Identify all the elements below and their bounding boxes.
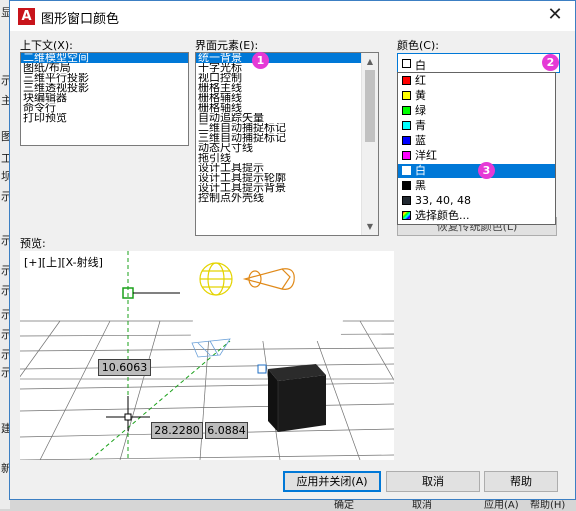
color-option[interactable]: 白: [398, 164, 555, 178]
color-option[interactable]: 蓝: [398, 134, 555, 148]
color-option[interactable]: 绿: [398, 104, 555, 118]
color-option-label: 绿: [415, 104, 426, 117]
color-option-label: 白: [415, 164, 426, 177]
title-bar[interactable]: A 图形窗口颜色 ✕: [10, 1, 575, 31]
help-button[interactable]: 帮助: [484, 471, 558, 492]
interface-elements-label: 界面元素(E):: [195, 39, 259, 52]
annotation-badge-2: 2: [542, 54, 559, 71]
dimension-input-2: 28.2280: [151, 422, 203, 439]
context-item[interactable]: 二维模型空间: [21, 53, 188, 63]
color-swatch: [402, 151, 411, 160]
scroll-down-arrow-icon[interactable]: ▼: [362, 218, 378, 235]
context-item[interactable]: 块编辑器: [21, 93, 188, 103]
interface-element-item[interactable]: 设计工具提示背景: [196, 183, 361, 193]
context-item[interactable]: 图纸/布局: [21, 63, 188, 73]
elements-scrollbar[interactable]: ▲ ▼: [361, 53, 378, 235]
color-combobox[interactable]: 白: [397, 53, 560, 73]
context-listbox[interactable]: 二维模型空间 图纸/布局 三维平行投影 三维透视投影 块编辑器 命令行 打印预览: [20, 52, 189, 146]
viewport-controls-label[interactable]: [+][上][X-射线]: [24, 254, 103, 270]
interface-element-item[interactable]: 拖引线: [196, 153, 361, 163]
graphics-window-color-dialog: A 图形窗口颜色 ✕ 上下文(X): 二维模型空间 图纸/布局 三维平行投影 三维透视…: [9, 0, 576, 500]
annotation-badge-1: 1: [252, 52, 269, 69]
color-dropdown-list[interactable]: 红黄绿青蓝洋红白黑 33, 40, 48 选择颜色...: [397, 72, 556, 225]
interface-element-item[interactable]: 设计工具提示轮廓: [196, 173, 361, 183]
interface-element-item[interactable]: 视口控制: [196, 73, 361, 83]
interface-element-item[interactable]: 控制点外壳线: [196, 193, 361, 203]
apply-and-close-button[interactable]: 应用并关闭(A): [283, 471, 381, 492]
color-option-label: 选择颜色...: [415, 209, 470, 222]
annotation-badge-3: 3: [478, 162, 495, 179]
close-button[interactable]: ✕: [545, 5, 565, 25]
scroll-up-arrow-icon[interactable]: ▲: [362, 53, 378, 70]
color-swatch: [402, 91, 411, 100]
dimension-input-1: 10.6063: [98, 359, 151, 376]
interface-element-item[interactable]: 栅格主线: [196, 83, 361, 93]
interface-elements-listbox[interactable]: 统一背景 十字光标 视口控制 栅格主线 栅格辅线 栅格轴线 自动追踪矢量 二维自动捕捉标记 三维…: [195, 52, 379, 236]
color-option[interactable]: 洋红: [398, 149, 555, 163]
color-option[interactable]: 选择颜色...: [398, 209, 555, 223]
context-label: 上下文(X):: [20, 39, 73, 52]
interface-element-item[interactable]: 栅格辅线: [196, 93, 361, 103]
color-swatch: [402, 121, 411, 130]
color-option-label: 青: [415, 119, 426, 132]
color-swatch: [402, 59, 411, 68]
color-current-value: 白: [415, 59, 426, 72]
autocad-logo-icon: A: [18, 8, 35, 25]
color-option[interactable]: 黑: [398, 179, 555, 193]
color-option[interactable]: 33, 40, 48: [398, 194, 555, 208]
color-option-label: 蓝: [415, 134, 426, 147]
dimension-input-3: 6.0884: [205, 422, 248, 439]
interface-element-item[interactable]: 设计工具提示: [196, 163, 361, 173]
interface-element-item[interactable]: 二维自动捕捉标记: [196, 123, 361, 133]
color-swatch: [402, 166, 411, 175]
scroll-thumb[interactable]: [365, 70, 375, 142]
color-swatch: [402, 181, 411, 190]
preview-viewport: [+][上][X-射线] 10.6063 28.2280 6.0884: [20, 251, 394, 460]
color-option-label: 黄: [415, 89, 426, 102]
color-option-label: 红: [415, 74, 426, 87]
color-swatch: [402, 136, 411, 145]
interface-element-item[interactable]: 三维自动捕捉标记: [196, 133, 361, 143]
interface-element-item[interactable]: 自动追踪矢量: [196, 113, 361, 123]
context-item[interactable]: 打印预览: [21, 113, 188, 123]
color-swatch: [402, 196, 411, 205]
interface-element-item[interactable]: 动态尺寸线: [196, 143, 361, 153]
color-label: 颜色(C):: [397, 39, 439, 52]
color-option-label: 33, 40, 48: [415, 194, 471, 207]
preview-label: 预览:: [20, 237, 46, 250]
color-option-label: 黑: [415, 179, 426, 192]
color-option[interactable]: 青: [398, 119, 555, 133]
color-option[interactable]: 黄: [398, 89, 555, 103]
color-option-label: 洋红: [415, 149, 437, 162]
color-swatch: [402, 76, 411, 85]
context-item[interactable]: 命令行: [21, 103, 188, 113]
interface-element-item[interactable]: 统一背景: [196, 53, 361, 63]
context-item[interactable]: 三维透视投影: [21, 83, 188, 93]
interface-element-item[interactable]: 栅格轴线: [196, 103, 361, 113]
cancel-button[interactable]: 取消: [386, 471, 480, 492]
context-item[interactable]: 三维平行投影: [21, 73, 188, 83]
interface-element-item[interactable]: 十字光标: [196, 63, 361, 73]
dialog-title: 图形窗口颜色: [41, 12, 120, 27]
color-option[interactable]: 红: [398, 74, 555, 88]
color-swatch: [402, 106, 411, 115]
color-swatch: [402, 211, 411, 220]
